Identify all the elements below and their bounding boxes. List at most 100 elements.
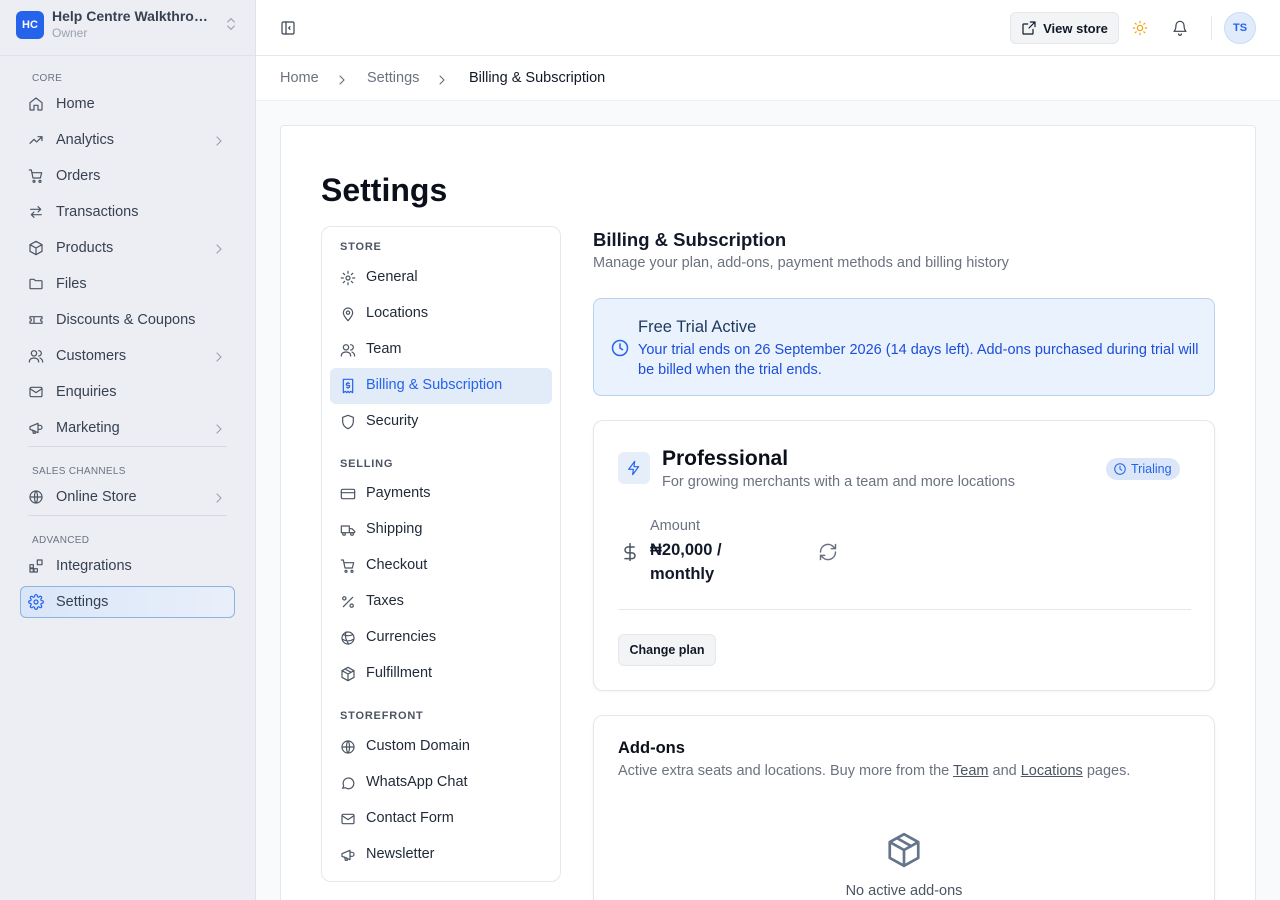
folder-icon <box>28 276 44 292</box>
settings-item-label: Payments <box>366 485 431 501</box>
settings-item-billing[interactable]: Billing & Subscription <box>330 368 552 404</box>
receipt-icon <box>340 378 356 394</box>
sidebar-item-products[interactable]: Products <box>20 232 235 264</box>
view-store-label: View store <box>1043 20 1108 36</box>
amount-label: Amount <box>650 518 700 534</box>
sidebar-item-discounts[interactable]: Discounts & Coupons <box>20 304 235 336</box>
settings-section-storefront: STOREFRONT <box>340 710 424 722</box>
addons-subtitle-text: and <box>988 763 1021 779</box>
sun-icon[interactable] <box>1132 20 1148 36</box>
view-store-button[interactable]: View store <box>1010 12 1119 44</box>
plan-card: Professional For growing merchants with … <box>593 420 1215 691</box>
chevron-right-icon <box>334 72 350 88</box>
breadcrumb-home[interactable]: Home <box>280 70 319 86</box>
clock-icon <box>610 338 630 358</box>
breadcrumb-settings[interactable]: Settings <box>367 70 419 86</box>
sidebar-section-sales-channels: SALES CHANNELS <box>32 466 126 477</box>
team-link[interactable]: Team <box>953 763 988 779</box>
settings-item-security[interactable]: Security <box>330 404 552 440</box>
breadcrumb-current: Billing & Subscription <box>469 70 606 86</box>
settings-item-label: Fulfillment <box>366 665 433 681</box>
settings-item-contact-form[interactable]: Contact Form <box>330 801 552 837</box>
settings-item-team[interactable]: Team <box>330 332 552 368</box>
clock-icon <box>1113 462 1127 476</box>
sidebar-item-marketing[interactable]: Marketing <box>20 412 235 444</box>
blocks-icon <box>28 558 44 574</box>
avatar[interactable]: TS <box>1224 12 1256 44</box>
sidebar-item-label: Online Store <box>56 489 137 505</box>
settings-item-custom-domain[interactable]: Custom Domain <box>330 729 552 765</box>
users-icon <box>28 348 44 364</box>
sidebar-section-advanced: ADVANCED <box>32 535 90 546</box>
sidebar-item-transactions[interactable]: Transactions <box>20 196 235 228</box>
section-title: Billing & Subscription <box>593 229 787 250</box>
package-icon <box>340 666 356 682</box>
settings-item-newsletter[interactable]: Newsletter <box>330 837 552 873</box>
chevron-right-icon <box>434 72 450 88</box>
sidebar-item-label: Transactions <box>56 204 139 220</box>
sidebar: HC Help Centre Walkthrough Owner CORE Ho… <box>0 0 256 900</box>
users-icon <box>340 342 356 358</box>
settings-item-label: Contact Form <box>366 810 454 826</box>
sidebar-item-home[interactable]: Home <box>20 88 235 120</box>
truck-icon <box>340 522 356 538</box>
sidebar-item-label: Analytics <box>56 132 115 148</box>
settings-item-currencies[interactable]: Currencies <box>330 620 552 656</box>
addons-card: Add-ons Active extra seats and locations… <box>593 715 1215 900</box>
bell-icon[interactable] <box>1172 20 1188 36</box>
topbar: View store TS <box>256 0 1280 56</box>
sidebar-divider <box>28 515 227 516</box>
sidebar-item-customers[interactable]: Customers <box>20 340 235 372</box>
sidebar-item-orders[interactable]: Orders <box>20 160 235 192</box>
settings-item-fulfillment[interactable]: Fulfillment <box>330 656 552 692</box>
settings-item-label: Currencies <box>366 629 437 645</box>
breadcrumb: Home Settings Billing & Subscription <box>256 56 1280 101</box>
settings-section-store: STORE <box>340 241 382 253</box>
credit-card-icon <box>340 486 356 502</box>
plan-description: For growing merchants with a team and mo… <box>662 474 1015 490</box>
sidebar-item-label: Marketing <box>56 420 120 436</box>
sidebar-item-files[interactable]: Files <box>20 268 235 300</box>
chevron-right-icon <box>211 349 227 365</box>
ticket-icon <box>28 312 44 328</box>
arrows-icon <box>28 204 44 220</box>
settings-item-label: Newsletter <box>366 846 435 862</box>
sidebar-item-label: Discounts & Coupons <box>56 312 196 328</box>
coins-icon <box>340 630 356 646</box>
status-badge-label: Trialing <box>1131 462 1172 476</box>
settings-item-taxes[interactable]: Taxes <box>330 584 552 620</box>
settings-item-locations[interactable]: Locations <box>330 296 552 332</box>
chat-icon <box>340 775 356 791</box>
map-pin-icon <box>340 306 356 322</box>
chevron-right-icon <box>211 421 227 437</box>
globe-icon <box>340 739 356 755</box>
sidebar-item-label: Products <box>56 240 114 256</box>
workspace-switcher[interactable]: HC Help Centre Walkthrough Owner <box>0 0 255 56</box>
sidebar-item-analytics[interactable]: Analytics <box>20 124 235 156</box>
mail-icon <box>28 384 44 400</box>
percent-icon <box>340 594 356 610</box>
settings-item-general[interactable]: General <box>330 260 552 296</box>
settings-item-shipping[interactable]: Shipping <box>330 512 552 548</box>
sidebar-item-integrations[interactable]: Integrations <box>20 550 235 582</box>
settings-item-checkout[interactable]: Checkout <box>330 548 552 584</box>
cart-icon <box>28 168 44 184</box>
change-plan-button[interactable]: Change plan <box>618 634 716 666</box>
sidebar-toggle-icon[interactable] <box>280 20 296 36</box>
megaphone-icon <box>28 420 44 436</box>
sidebar-item-online-store[interactable]: Online Store <box>20 481 235 513</box>
sidebar-item-label: Settings <box>56 594 109 610</box>
megaphone-icon <box>340 847 356 863</box>
settings-item-payments[interactable]: Payments <box>330 476 552 512</box>
sidebar-item-settings[interactable]: Settings <box>20 586 235 618</box>
settings-item-label: WhatsApp Chat <box>366 774 468 790</box>
locations-link[interactable]: Locations <box>1021 763 1083 779</box>
home-icon <box>28 96 44 112</box>
gear-icon <box>340 270 356 286</box>
sidebar-item-enquiries[interactable]: Enquiries <box>20 376 235 408</box>
dollar-icon <box>620 542 640 562</box>
page-title: Settings <box>321 172 448 208</box>
settings-item-whatsapp-chat[interactable]: WhatsApp Chat <box>330 765 552 801</box>
chevron-right-icon <box>211 241 227 257</box>
trial-banner: Free Trial Active Your trial ends on 26 … <box>593 298 1215 396</box>
